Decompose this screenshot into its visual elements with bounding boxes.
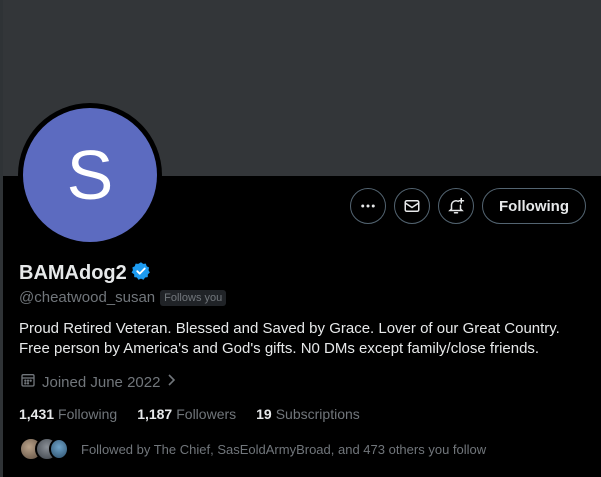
subscriptions-label: Subscriptions xyxy=(275,406,360,422)
message-button[interactable] xyxy=(394,188,430,224)
avatar[interactable]: S xyxy=(23,108,157,242)
subscriptions-count: 19 xyxy=(256,406,272,422)
bio-line: Free person by America's and God's gifts… xyxy=(19,340,540,357)
following-stat[interactable]: 1,431 Following xyxy=(19,406,117,422)
followed-by-text: Followed by The Chief, SasEoldArmyBroad,… xyxy=(81,441,487,457)
followed-by-avatars xyxy=(19,437,71,461)
bell-plus-icon xyxy=(447,197,465,215)
avatar-letter: S xyxy=(66,136,114,214)
subscriptions-stat[interactable]: 19 Subscriptions xyxy=(256,406,360,422)
handle-row: @cheatwood_susan Follows you xyxy=(19,289,227,306)
mini-avatar xyxy=(49,438,69,460)
name-row: BAMAdog2 xyxy=(19,261,151,286)
followed-by-row[interactable]: Followed by The Chief, SasEoldArmyBroad,… xyxy=(19,437,486,461)
bio: Proud Retired Veteran. Blessed and Saved… xyxy=(19,319,589,359)
handle: @cheatwood_susan xyxy=(19,289,156,306)
stats-row: 1,431 Following 1,187 Followers 19 Subscrip… xyxy=(19,406,360,422)
following-button[interactable]: Following xyxy=(482,188,586,224)
followers-count: 1,187 xyxy=(137,406,173,422)
calendar-icon xyxy=(20,372,36,392)
bio-line: Proud Retired Veteran. Blessed and Saved… xyxy=(19,320,560,337)
following-count: 1,431 xyxy=(19,406,55,422)
more-button[interactable] xyxy=(350,188,386,224)
joined-date: Joined June 2022 xyxy=(42,373,161,391)
display-name: BAMAdog2 xyxy=(19,262,127,284)
more-horizontal-icon xyxy=(359,197,377,215)
following-label: Following xyxy=(58,406,118,422)
notifications-button[interactable] xyxy=(438,188,474,224)
followers-label: Followers xyxy=(176,406,237,422)
chevron-right-icon[interactable] xyxy=(166,373,178,391)
joined-row: Joined June 2022 xyxy=(20,372,178,392)
followers-stat[interactable]: 1,187 Followers xyxy=(137,406,236,422)
verified-badge-icon[interactable] xyxy=(131,261,151,286)
follows-you-badge: Follows you xyxy=(160,289,227,306)
envelope-icon xyxy=(403,197,421,215)
